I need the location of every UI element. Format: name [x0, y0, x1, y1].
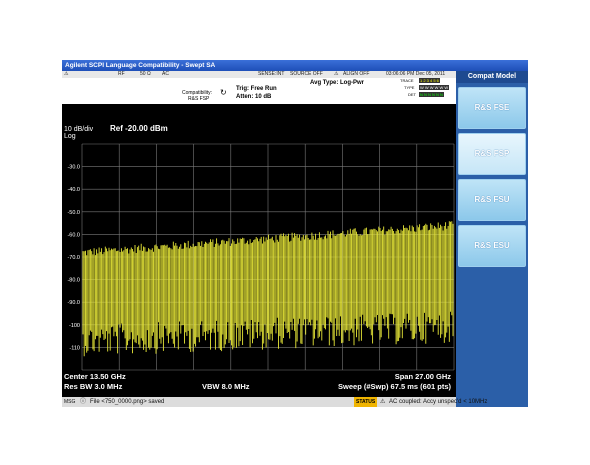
resolution-bandwidth: Res BW 3.0 MHz [64, 382, 123, 391]
scale-type-label: Log [64, 133, 76, 140]
y-tick-label: -40.0 [67, 187, 80, 193]
softkey-panel: Compat Model R&S FSE R&S FSP R&S FSU R&S… [456, 71, 528, 407]
type-label: TYPE [404, 85, 415, 90]
align-label: ALIGN OFF [343, 71, 370, 77]
spectrum-display: 10 dB/div Log Ref -20.00 dBm -30.0 -40.0-… [62, 104, 456, 397]
impedance-label: 50 Ω [140, 71, 151, 77]
info-icon: ⓘ [80, 399, 87, 405]
source-label: SOURCE OFF [290, 71, 323, 77]
window-title: Agilent SCPI Language Compatibility - Sw… [62, 60, 528, 71]
message-text: File <750_0000.png> saved [90, 399, 165, 405]
rf-input-label: RF [118, 71, 125, 77]
sweep-time: Sweep (#Swp) 67.5 ms (601 pts) [338, 382, 451, 391]
scale-label: 10 dB/div [64, 126, 94, 133]
y-tick-label: -70.0 [67, 255, 80, 261]
status-row: ⚠ RF 50 Ω AC SENSE:INT SOURCE OFF ⚠ ALIG… [62, 71, 456, 78]
atten-setting: Atten: 10 dB [236, 94, 272, 100]
status-badge[interactable]: STATUS [354, 397, 378, 407]
y-tick-label: -60.0 [67, 232, 80, 238]
compat-value: R&S FSP [188, 96, 210, 102]
trig-setting: Trig: Free Run [236, 86, 277, 92]
det-value: N N N N N N [419, 92, 444, 97]
loop-arrow-icon: ↻ [220, 88, 227, 97]
softkey-rs-esu[interactable]: R&S ESU [458, 225, 526, 267]
avg-type: Avg Type: Log-Pwr [310, 80, 364, 86]
coupling-label: AC [162, 71, 169, 77]
status-message: AC coupled: Accy unspec'd < 10MHz [389, 399, 488, 405]
settings-panel: Avg Type: Log-Pwr Compatibility: R&S FSP… [62, 78, 456, 104]
trace-value: 1 2 3 4 5 6 [419, 78, 440, 83]
y-tick-label: -90.0 [67, 300, 80, 306]
softkey-rs-fsp[interactable]: R&S FSP [458, 133, 526, 175]
y-tick-label: -80.0 [67, 278, 80, 284]
trace-label: TRACE [400, 78, 414, 83]
softkey-menu-title: Compat Model [456, 71, 528, 83]
y-axis-ticks: -30.0 -40.0 -50.0 -60.0 -70.0 -80.0 -90.0 -100 -… [67, 165, 80, 352]
type-value: W W W W W W [419, 85, 450, 90]
det-label: DET [408, 92, 416, 97]
y-tick-label: -100 [69, 323, 80, 329]
datetime: 03:06:06 PM Dec 05, 2011 [386, 71, 446, 77]
sense-label: SENSE:INT [258, 71, 285, 77]
span: Span 27.00 GHz [395, 372, 452, 381]
softkey-rs-fse[interactable]: R&S FSE [458, 87, 526, 129]
warning-icon: ⚠ [64, 71, 69, 77]
y-tick-label: -110 [69, 345, 80, 351]
y-tick-label: -50.0 [67, 210, 80, 216]
video-bandwidth: VBW 8.0 MHz [202, 382, 250, 391]
message-bar: MSG ⓘ File <750_0000.png> saved STATUS ⚠… [62, 397, 487, 407]
align-warning-icon: ⚠ [334, 71, 339, 77]
status-warning-icon: ⚠ [380, 399, 386, 405]
reference-level: Ref -20.00 dBm [110, 124, 168, 133]
center-frequency: Center 13.50 GHz [64, 372, 126, 381]
analyzer-screen: Agilent SCPI Language Compatibility - Sw… [62, 60, 528, 407]
spectrum-plot: 10 dB/div Log Ref -20.00 dBm -30.0-40.0-… [64, 124, 455, 391]
softkey-rs-fsu[interactable]: R&S FSU [458, 179, 526, 221]
y-tick-label: -30.0 [67, 165, 80, 171]
msg-label: MSG [64, 399, 76, 405]
